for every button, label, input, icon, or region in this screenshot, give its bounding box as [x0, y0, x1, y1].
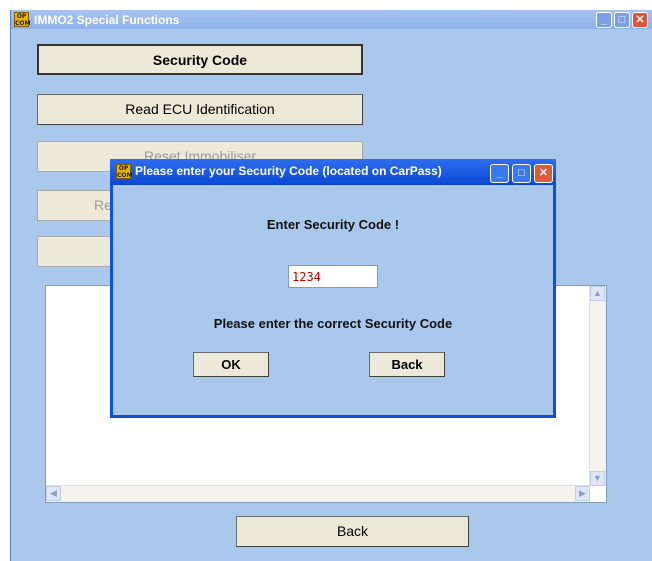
- dialog-title-bar[interactable]: OP COM Please enter your Security Code (…: [110, 159, 556, 185]
- maximize-icon[interactable]: □: [512, 164, 531, 183]
- security-code-dialog: OP COM Please enter your Security Code (…: [110, 159, 556, 418]
- scroll-down-icon[interactable]: ▼: [590, 471, 605, 486]
- scroll-up-icon[interactable]: ▲: [590, 286, 605, 301]
- main-back-button[interactable]: Back: [236, 516, 469, 547]
- ok-button[interactable]: OK: [193, 352, 269, 377]
- dialog-title: Please enter your Security Code (located…: [135, 164, 442, 178]
- security-code-input[interactable]: [288, 265, 378, 288]
- vertical-scrollbar[interactable]: ▲ ▼: [589, 286, 606, 486]
- minimize-icon[interactable]: _: [490, 164, 509, 183]
- security-code-button[interactable]: Security Code: [37, 44, 363, 75]
- opcom-app-icon: OP COM: [14, 12, 31, 27]
- main-title-bar[interactable]: OP COM IMMO2 Special Functions _ □ ✕: [11, 10, 652, 29]
- dialog-body: Enter Security Code ! Please enter the c…: [113, 185, 553, 415]
- opcom-dialog-icon: OP COM: [116, 164, 133, 179]
- scroll-right-icon[interactable]: ▶: [575, 486, 590, 501]
- dialog-hint-text: Please enter the correct Security Code: [213, 316, 453, 331]
- dialog-back-button[interactable]: Back: [369, 352, 445, 377]
- close-icon[interactable]: ✕: [534, 164, 553, 183]
- scroll-left-icon[interactable]: ◀: [46, 486, 61, 501]
- dialog-heading: Enter Security Code !: [266, 217, 400, 232]
- read-ecu-identification-button[interactable]: Read ECU Identification: [37, 94, 363, 125]
- minimize-icon[interactable]: _: [596, 12, 612, 28]
- maximize-icon[interactable]: □: [614, 12, 630, 28]
- close-icon[interactable]: ✕: [632, 12, 648, 28]
- horizontal-scrollbar[interactable]: ◀ ▶: [46, 485, 590, 502]
- main-window-title: IMMO2 Special Functions: [34, 13, 180, 27]
